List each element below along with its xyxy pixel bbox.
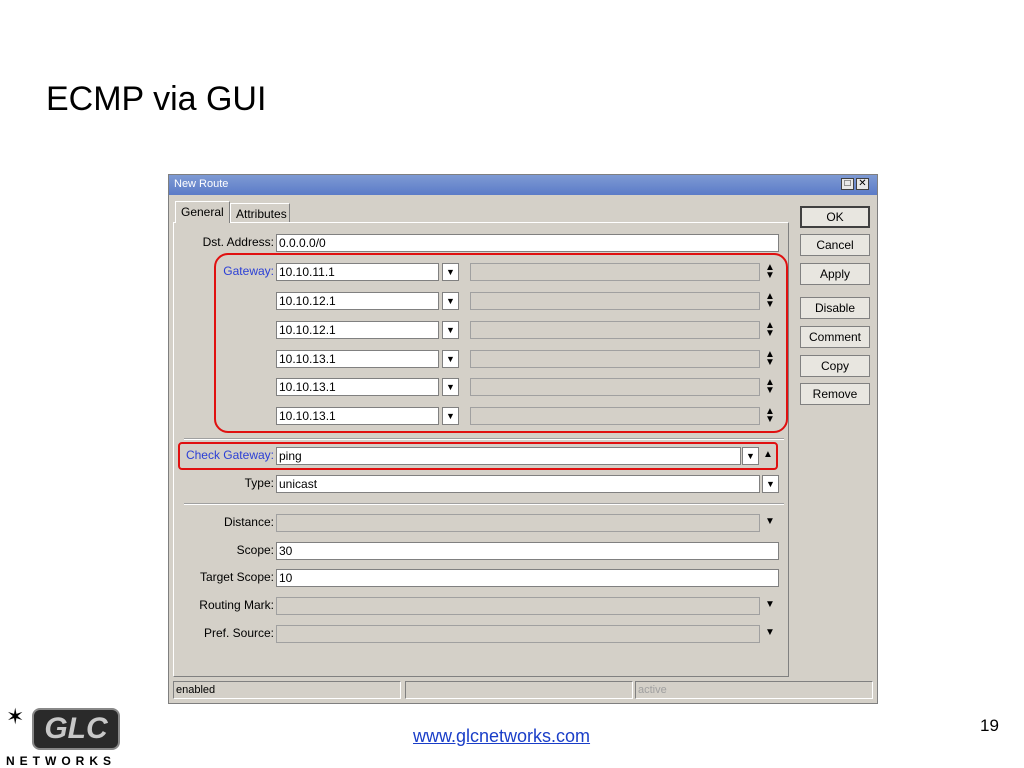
glc-logo: ✶ GLC NETWORKS — [6, 704, 126, 768]
updown-icon-6[interactable]: ▲ ▼ — [764, 407, 776, 425]
copy-button[interactable]: Copy — [800, 355, 870, 377]
updown-icon-1[interactable]: ▲ ▼ — [764, 263, 776, 281]
check-gateway-input[interactable]: ping — [276, 447, 741, 465]
target-scope-input[interactable]: 10 — [276, 569, 779, 587]
close-icon[interactable]: ✕ — [856, 178, 869, 190]
page-number: 19 — [980, 716, 999, 735]
gateway-extra-1 — [470, 263, 760, 281]
footer-link[interactable]: www.glcnetworks.com — [413, 726, 590, 747]
gateway-input-4[interactable]: 10.10.13.1 — [276, 350, 439, 368]
status-enabled: enabled — [173, 681, 401, 699]
expand-icon[interactable]: ▼ — [764, 627, 776, 638]
new-route-dialog: New Route □ ✕ General Attributes Dst. Ad… — [168, 174, 878, 704]
gateway-dropdown-1[interactable]: ▼ — [442, 263, 459, 281]
type-dropdown[interactable]: ▼ — [762, 475, 779, 493]
title-bar[interactable]: New Route □ ✕ — [169, 175, 877, 195]
status-active: active — [635, 681, 873, 699]
remove-button[interactable]: Remove — [800, 383, 870, 405]
gateway-dropdown-5[interactable]: ▼ — [442, 378, 459, 396]
gateway-dropdown-4[interactable]: ▼ — [442, 350, 459, 368]
gateway-extra-5 — [470, 378, 760, 396]
routing-mark-label: Routing Mark: — [199, 598, 274, 612]
gateway-input-6[interactable]: 10.10.13.1 — [276, 407, 439, 425]
apply-button[interactable]: Apply — [800, 263, 870, 285]
updown-icon-3[interactable]: ▲ ▼ — [764, 321, 776, 339]
pref-source-label: Pref. Source: — [203, 626, 274, 640]
divider — [184, 503, 784, 505]
updown-icon-5[interactable]: ▲ ▼ — [764, 378, 776, 396]
scope-label: Scope: — [236, 543, 274, 557]
gateway-input-2[interactable]: 10.10.12.1 — [276, 292, 439, 310]
gateway-extra-4 — [470, 350, 760, 368]
updown-icon-2[interactable]: ▲ ▼ — [764, 292, 776, 310]
window-title: New Route — [174, 178, 229, 190]
gateway-input-1[interactable]: 10.10.11.1 — [276, 263, 439, 281]
gateway-input-3[interactable]: 10.10.12.1 — [276, 321, 439, 339]
gateway-dropdown-6[interactable]: ▼ — [442, 407, 459, 425]
gateway-dropdown-2[interactable]: ▼ — [442, 292, 459, 310]
updown-icon-4[interactable]: ▲ ▼ — [764, 350, 776, 368]
tab-general[interactable]: General — [175, 201, 230, 223]
logo-mark: GLC — [32, 708, 120, 750]
disable-button[interactable]: Disable — [800, 297, 870, 319]
cancel-button[interactable]: Cancel — [800, 234, 870, 256]
maximize-icon[interactable]: □ — [841, 178, 854, 190]
check-gateway-label: Check Gateway: — [185, 448, 274, 462]
comment-button[interactable]: Comment — [800, 326, 870, 348]
gateway-extra-3 — [470, 321, 760, 339]
status-middle — [405, 681, 633, 699]
dst-address-input[interactable]: 0.0.0.0/0 — [276, 234, 779, 252]
expand-icon[interactable]: ▼ — [764, 516, 776, 527]
gateway-extra-2 — [470, 292, 760, 310]
check-gateway-dropdown[interactable]: ▼ — [742, 447, 759, 465]
divider — [184, 438, 784, 440]
distance-input[interactable] — [276, 514, 760, 532]
dst-address-label: Dst. Address: — [202, 235, 274, 249]
general-panel: Dst. Address: 0.0.0.0/0 Gateway: 10.10.1… — [173, 222, 789, 677]
logo-networks-text: NETWORKS — [6, 754, 116, 768]
routing-mark-input[interactable] — [276, 597, 760, 615]
collapse-icon[interactable]: ▲ — [762, 449, 774, 460]
distance-label: Distance: — [223, 515, 274, 529]
star-icon: ✶ — [6, 704, 25, 729]
gateway-input-5[interactable]: 10.10.13.1 — [276, 378, 439, 396]
gateway-dropdown-3[interactable]: ▼ — [442, 321, 459, 339]
expand-icon[interactable]: ▼ — [764, 599, 776, 610]
target-scope-label: Target Scope: — [199, 570, 274, 584]
tab-attributes[interactable]: Attributes — [230, 203, 290, 223]
ok-button[interactable]: OK — [800, 206, 870, 228]
pref-source-input[interactable] — [276, 625, 760, 643]
slide-title: ECMP via GUI — [46, 80, 267, 118]
type-label: Type: — [244, 476, 274, 490]
type-select[interactable]: unicast — [276, 475, 760, 493]
gateway-extra-6 — [470, 407, 760, 425]
gateway-label: Gateway: — [223, 264, 274, 278]
scope-input[interactable]: 30 — [276, 542, 779, 560]
